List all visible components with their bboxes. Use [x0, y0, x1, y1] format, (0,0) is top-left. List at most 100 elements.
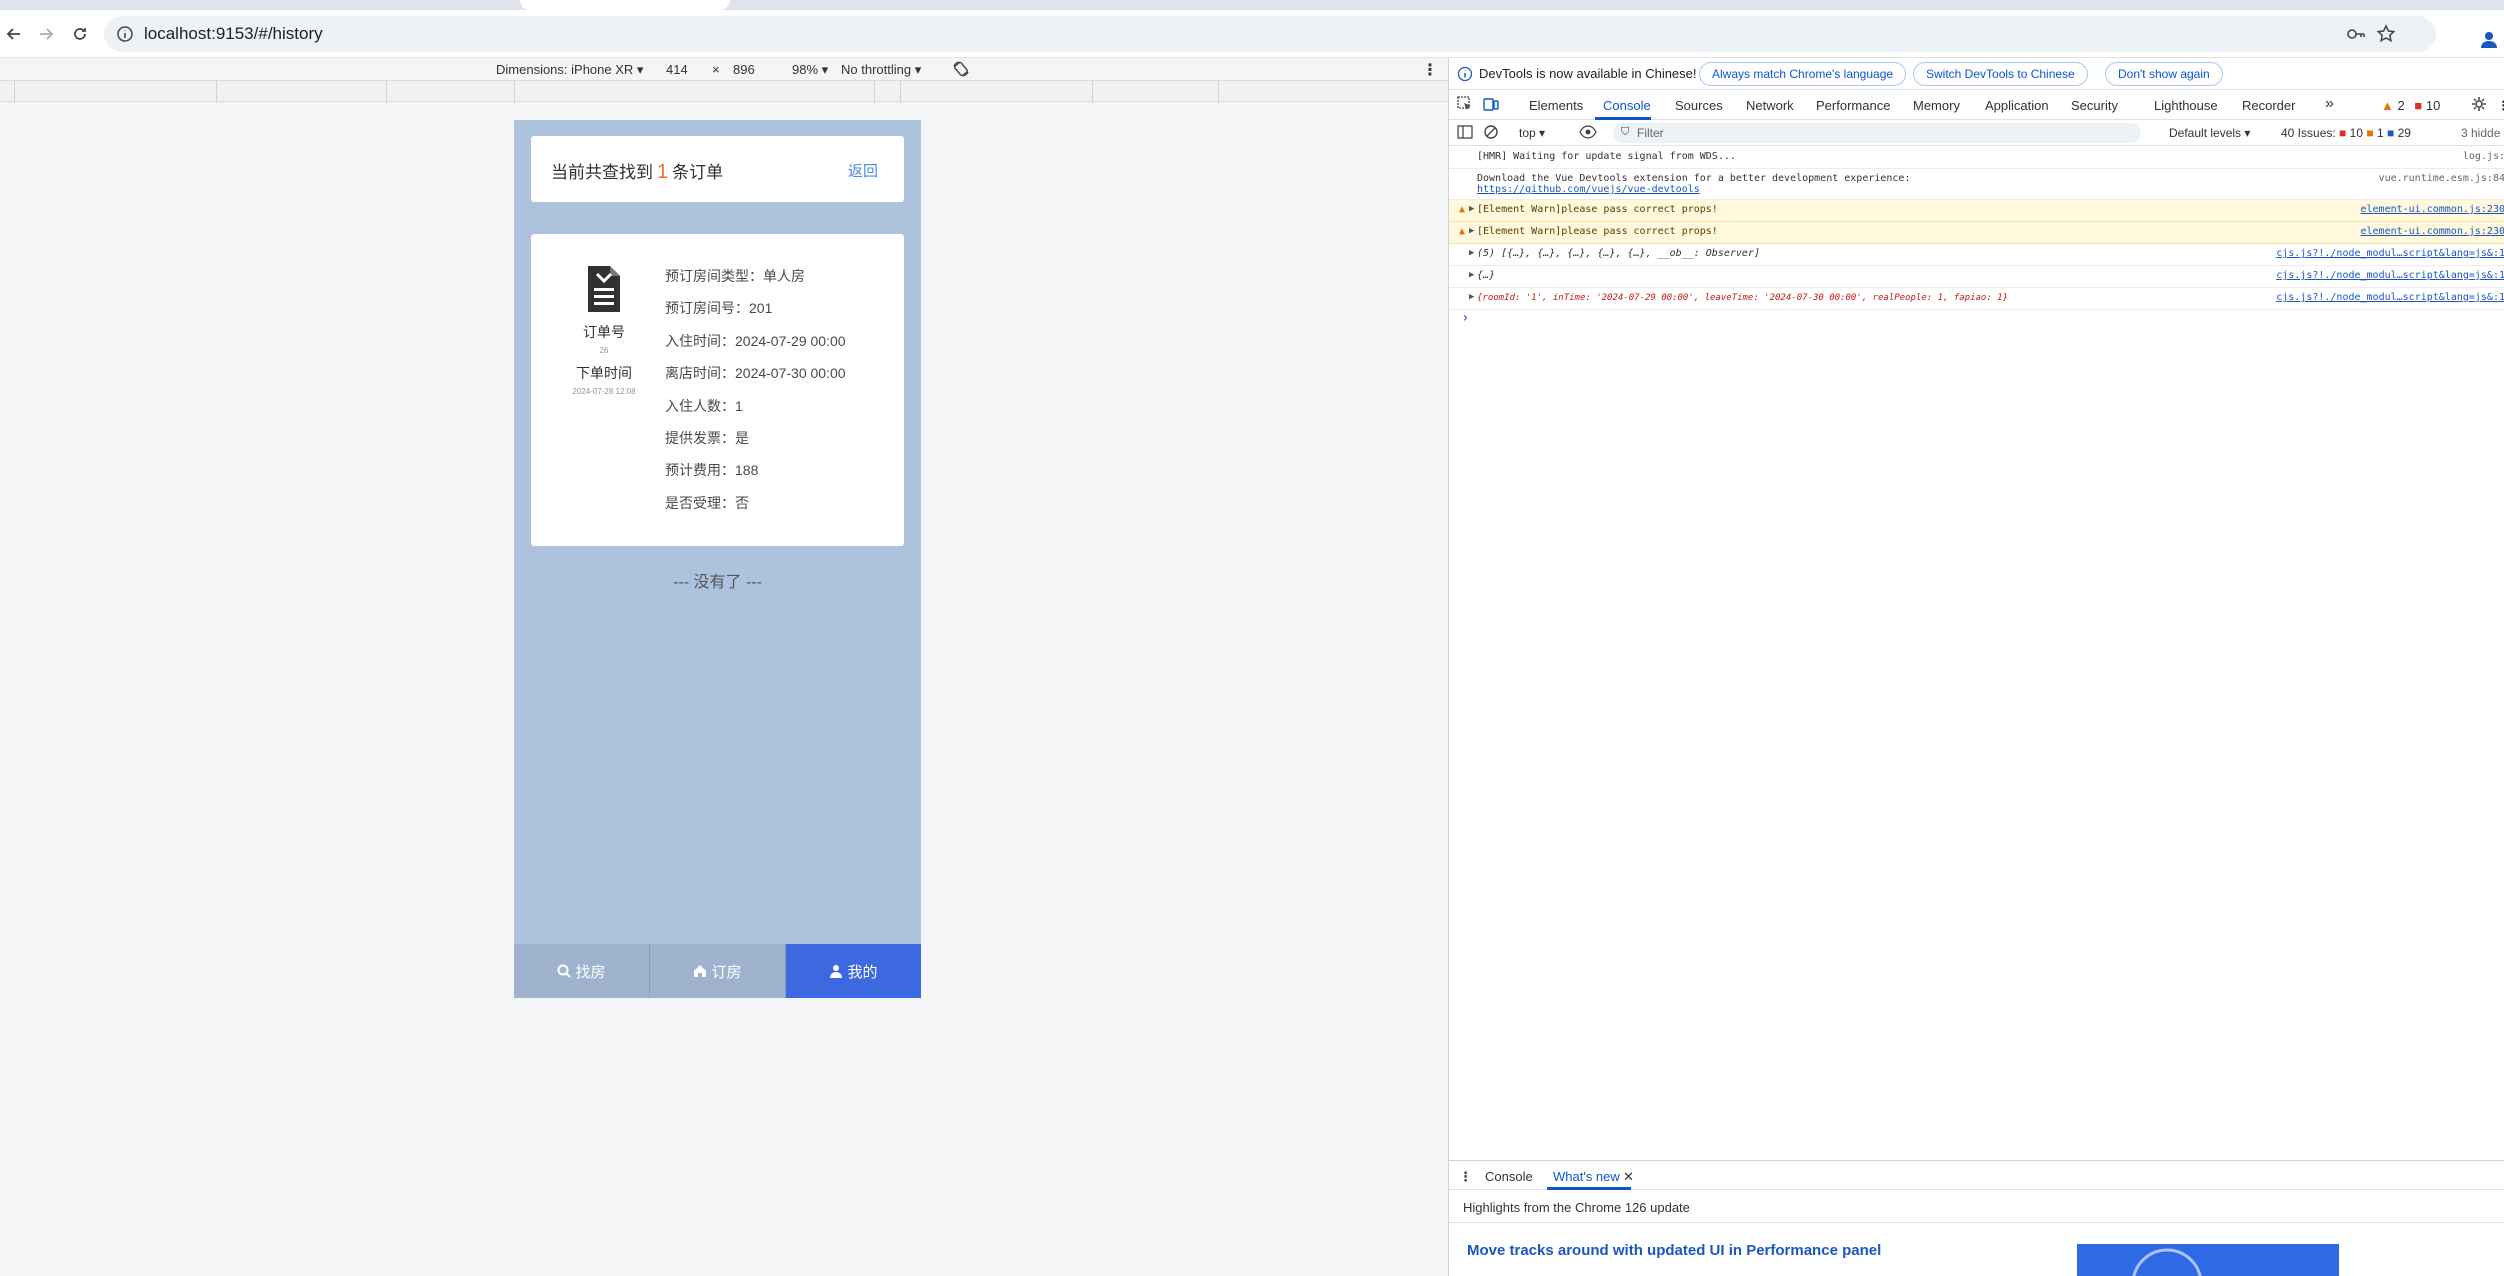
- arrow-left-icon: [6, 28, 20, 40]
- more-tabs-button[interactable]: »: [2325, 95, 2334, 113]
- thumbnail-graphic: [2132, 1248, 2202, 1276]
- tab-console[interactable]: Console: [1603, 98, 1651, 113]
- summary-card: 当前共查找到 1 条订单 返回: [531, 136, 904, 202]
- console-source[interactable]: element-ui.common.js:230: [2361, 204, 2504, 215]
- console-source[interactable]: element-ui.common.js:230: [2361, 226, 2504, 237]
- expand-triangle-icon[interactable]: ▶: [1469, 292, 1474, 302]
- console-warning[interactable]: ▲ ▶ [Element Warn]please pass correct pr…: [1449, 200, 2504, 222]
- back-button[interactable]: [0, 20, 28, 48]
- console-link[interactable]: https://github.com/vuejs/vue-devtools: [1477, 184, 1700, 195]
- tab-memory[interactable]: Memory: [1913, 98, 1960, 113]
- expand-triangle-icon[interactable]: ▶: [1469, 204, 1474, 214]
- detail-row: 离店时间：2024-07-30 00:00: [665, 363, 846, 395]
- tab-security[interactable]: Security: [2071, 98, 2118, 113]
- sidebar-toggle[interactable]: [1457, 124, 1473, 140]
- tab-recorder[interactable]: Recorder: [2242, 98, 2295, 113]
- console-source[interactable]: cjs.js?!./node_modul…script&lang=js&:1: [2276, 248, 2504, 259]
- drawer-tab-console[interactable]: Console: [1485, 1169, 1533, 1184]
- console-line[interactable]: ▶ {…} cjs.js?!./node_modul…script&lang=j…: [1449, 266, 2504, 288]
- detail-label: 入住人数：: [665, 397, 735, 414]
- expand-triangle-icon[interactable]: ▶: [1469, 270, 1474, 280]
- console-text: {roomId: '1', inTime: '2024-07-29 00:00'…: [1477, 293, 2009, 303]
- context-label: top: [1519, 126, 1536, 140]
- detail-row: 预计费用：188: [665, 460, 846, 492]
- console-source[interactable]: vue.runtime.esm.js:84: [2379, 173, 2504, 184]
- console-line[interactable]: Download the Vue Devtools extension for …: [1449, 169, 2504, 200]
- drawer-menu-icon[interactable]: ⋮: [1459, 1169, 1472, 1185]
- levels-select[interactable]: Default levels ▾: [2169, 126, 2250, 140]
- summary-suffix: 条订单: [672, 163, 724, 182]
- rotate-button[interactable]: [952, 60, 970, 78]
- detail-row: 入住时间：2024-07-29 00:00: [665, 331, 846, 363]
- whats-new-headline[interactable]: Move tracks around with updated UI in Pe…: [1467, 1242, 1881, 1259]
- reload-button[interactable]: [66, 20, 94, 48]
- dimensions-select[interactable]: Dimensions: iPhone XR ▾: [496, 62, 643, 78]
- console-line[interactable]: [HMR] Waiting for update signal from WDS…: [1449, 147, 2504, 169]
- console-warning[interactable]: ▲ ▶ [Element Warn]please pass correct pr…: [1449, 222, 2504, 244]
- password-key-icon[interactable]: [2346, 25, 2366, 43]
- devtools-menu-icon[interactable]: ⋮: [2497, 98, 2504, 114]
- tab-book-room[interactable]: 订房: [650, 944, 786, 998]
- ruler-tick: [514, 81, 515, 103]
- ruler-tick: [900, 81, 901, 103]
- expand-triangle-icon[interactable]: ▶: [1469, 226, 1474, 236]
- tab-network[interactable]: Network: [1746, 98, 1794, 113]
- forward-button[interactable]: [32, 20, 60, 48]
- match-language-button[interactable]: Always match Chrome's language: [1699, 62, 1907, 86]
- whats-new-thumbnail[interactable]: [2077, 1244, 2339, 1276]
- console-source[interactable]: log.js:: [2463, 151, 2504, 162]
- detail-row: 是否受理：否: [665, 493, 846, 525]
- tab-find-room[interactable]: 找房: [514, 944, 650, 998]
- tab-mine[interactable]: 我的: [786, 944, 921, 998]
- console-filter-input[interactable]: ⛉ Filter: [1613, 123, 2141, 143]
- throttling-select[interactable]: No throttling ▾: [841, 62, 921, 78]
- info-icon[interactable]: [116, 25, 134, 43]
- profile-icon[interactable]: [2480, 30, 2498, 48]
- bookmark-star-icon[interactable]: [2376, 24, 2396, 44]
- zoom-select[interactable]: 98% ▾: [792, 62, 828, 78]
- inspect-element-button[interactable]: [1457, 96, 1473, 112]
- clear-console-button[interactable]: [1483, 124, 1499, 140]
- back-link[interactable]: 返回: [848, 160, 878, 181]
- dont-show-again-button[interactable]: Don't show again: [2105, 62, 2223, 86]
- url-text[interactable]: localhost:9153/#/history: [144, 24, 323, 44]
- device-toggle-button[interactable]: [1483, 96, 1499, 112]
- order-count: 1: [657, 161, 669, 183]
- switch-chinese-button[interactable]: Switch DevTools to Chinese: [1913, 62, 2088, 86]
- issue-info-icon: ■: [2386, 126, 2395, 140]
- reload-icon: [74, 28, 86, 40]
- active-tab[interactable]: [520, 0, 730, 10]
- ruler-tick: [874, 81, 875, 103]
- width-input[interactable]: 414: [666, 62, 688, 77]
- tab-performance[interactable]: Performance: [1816, 98, 1890, 113]
- detail-label: 是否受理：: [665, 494, 735, 511]
- levels-label: Default levels: [2169, 126, 2242, 140]
- gear-icon: [2472, 97, 2486, 111]
- order-card[interactable]: 订单号 26 下单时间 2024-07-28 12:08 预订房间类型：单人房 …: [531, 234, 904, 546]
- address-bar[interactable]: localhost:9153/#/history: [104, 16, 2436, 52]
- live-expression-button[interactable]: [1579, 124, 1597, 140]
- warning-count[interactable]: ▲ 2 ■ 10: [2381, 98, 2440, 113]
- console-source[interactable]: cjs.js?!./node_modul…script&lang=js&:1: [2276, 292, 2504, 303]
- settings-button[interactable]: [2471, 96, 2487, 112]
- tab-application[interactable]: Application: [1985, 98, 2049, 113]
- detail-row: 入住人数：1: [665, 396, 846, 428]
- close-icon[interactable]: ✕: [1623, 1169, 1634, 1185]
- tab-lighthouse[interactable]: Lighthouse: [2154, 98, 2218, 113]
- drawer-tab-whats-new[interactable]: What's new: [1553, 1169, 1620, 1184]
- tab-elements[interactable]: Elements: [1529, 98, 1583, 113]
- height-input[interactable]: 896: [733, 62, 755, 77]
- expand-triangle-icon[interactable]: ▶: [1469, 248, 1474, 258]
- issues-button[interactable]: 40 Issues: ■ 10 ■ 1 ■ 29: [2281, 126, 2411, 140]
- console-line[interactable]: ▶ {roomId: '1', inTime: '2024-07-29 00:0…: [1449, 288, 2504, 310]
- device-more-icon[interactable]: ⋮: [1422, 60, 1438, 80]
- device-emulation-area: Dimensions: iPhone XR ▾ 414 × 896 98% ▾ …: [0, 58, 1448, 1276]
- context-select[interactable]: top ▾: [1519, 126, 1545, 140]
- console-text: [HMR] Waiting for update signal from WDS…: [1477, 151, 1736, 162]
- search-icon: [557, 964, 572, 978]
- tab-sources[interactable]: Sources: [1675, 98, 1723, 113]
- console-prompt[interactable]: ›: [1449, 310, 2504, 330]
- console-source[interactable]: cjs.js?!./node_modul…script&lang=js&:1: [2276, 270, 2504, 281]
- ruler-tick: [14, 81, 15, 103]
- console-line[interactable]: ▶ (5) [{…}, {…}, {…}, {…}, {…}, __ob__: …: [1449, 244, 2504, 266]
